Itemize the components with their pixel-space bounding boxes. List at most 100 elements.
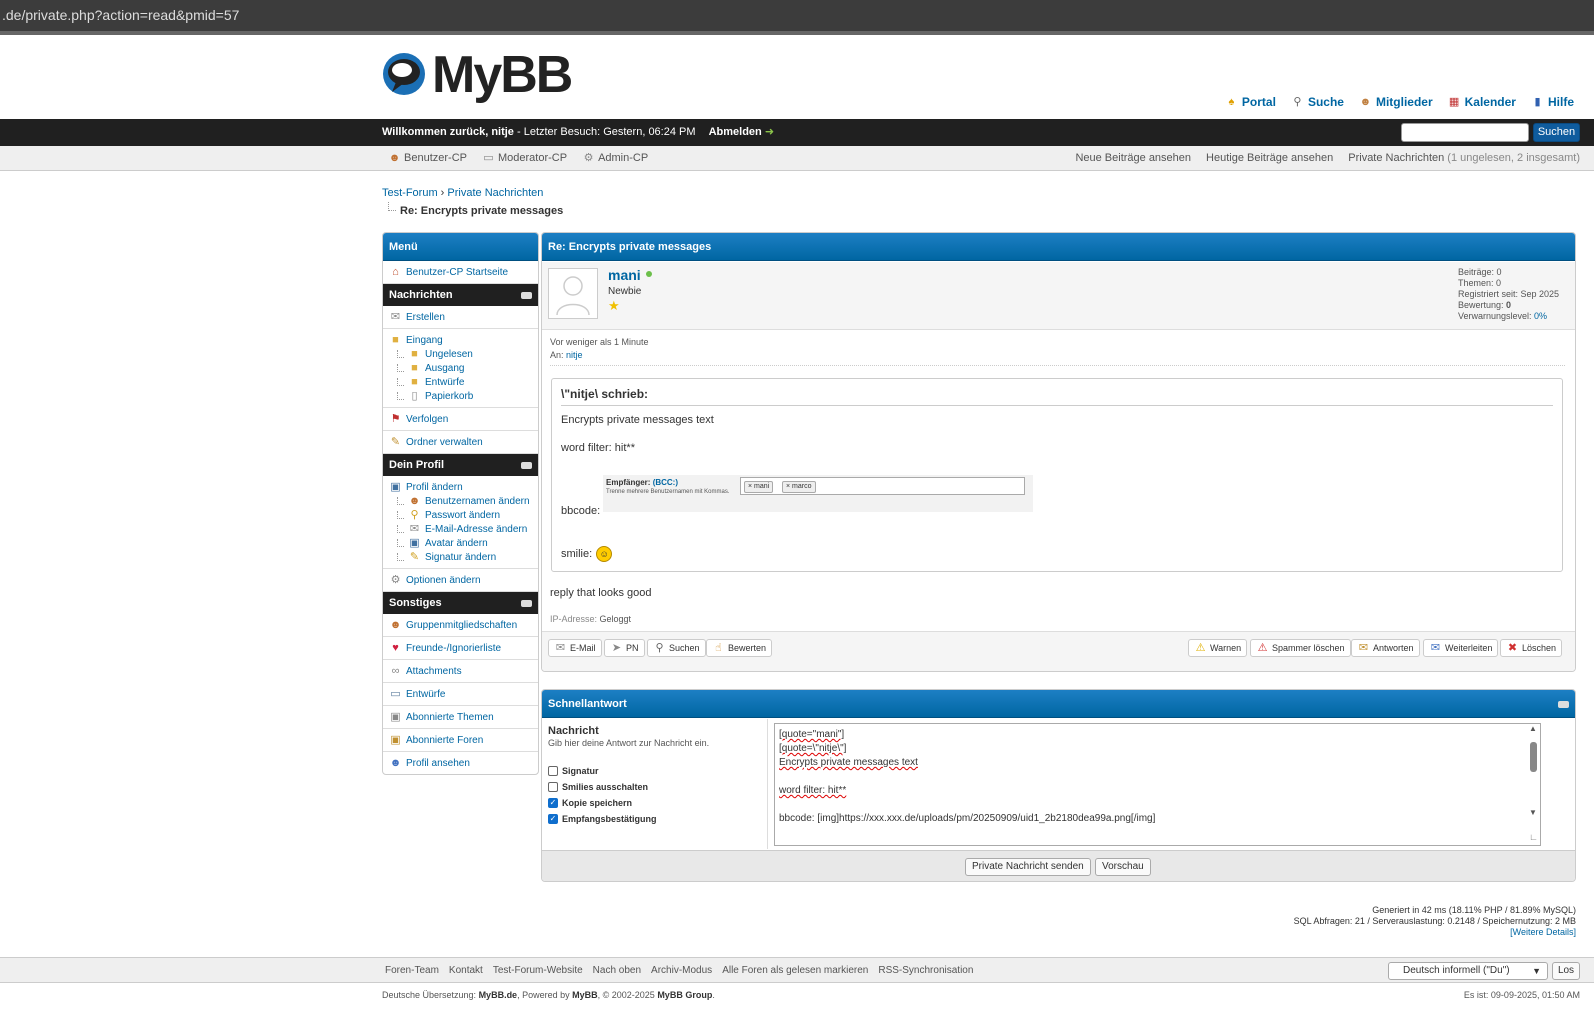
disable-smilies-checkbox[interactable] — [548, 782, 558, 792]
sidebar-item-change-password[interactable]: ⚲ Passwort ändern — [397, 508, 532, 522]
pencil-icon: ✎ — [409, 550, 420, 563]
members-link[interactable]: ☻ Mitglieder — [1359, 95, 1433, 109]
category-profile[interactable]: Dein Profil — [383, 454, 538, 476]
message-textarea[interactable]: [quote="mani"] [quote=\"nitje\"] Encrypt… — [774, 723, 1541, 846]
collapse-icon[interactable] — [521, 600, 532, 607]
resize-grip-icon[interactable]: ∟ — [1529, 832, 1538, 842]
sidebar-item-change-username[interactable]: ☻ Benutzernamen ändern — [397, 494, 532, 508]
footer-link-rss[interactable]: RSS-Synchronisation — [878, 958, 973, 983]
help-link[interactable]: ▮ Hilfe — [1531, 95, 1574, 109]
rate-button[interactable]: ☝ Bewerten — [706, 639, 773, 657]
footer-link-top[interactable]: Nach oben — [593, 958, 641, 983]
sidebar-item-manage-folders[interactable]: ✎ Ordner verwalten — [389, 435, 532, 449]
sidebar-item-track[interactable]: ⚑ Verfolgen — [389, 412, 532, 426]
breadcrumb-forum[interactable]: Test-Forum — [382, 187, 438, 199]
mybb-logo[interactable]: MyBB — [382, 44, 573, 106]
delete-spammer-button[interactable]: ⚠ Spammer löschen — [1250, 639, 1351, 657]
category-misc[interactable]: Sonstiges — [383, 592, 538, 614]
sidebar-item-sent[interactable]: ■ Ausgang — [397, 361, 532, 375]
sidebar-item-view-profile[interactable]: ☻ Profil ansehen — [389, 756, 532, 770]
recipient-link[interactable]: nitje — [566, 350, 583, 360]
sidebar-item-unread[interactable]: ■ Ungelesen — [397, 347, 532, 361]
collapse-icon[interactable] — [521, 462, 532, 469]
search-link[interactable]: ⚲ Suche — [1291, 95, 1344, 109]
scroll-down-icon[interactable]: ▼ — [1529, 808, 1537, 817]
category-messages[interactable]: Nachrichten — [383, 284, 538, 306]
footer-link-mark-read[interactable]: Alle Foren als gelesen markieren — [722, 958, 868, 983]
sidebar-item-change-signature[interactable]: ✎ Signatur ändern — [397, 550, 532, 564]
user-cp-link[interactable]: ☻ Benutzer-CP — [388, 146, 467, 171]
footer-link-team[interactable]: Foren-Team — [385, 958, 439, 983]
collapse-icon[interactable] — [521, 292, 532, 299]
mybb-group-link[interactable]: MyBB Group — [657, 990, 712, 1000]
sidebar-item-groups[interactable]: ☻ Gruppenmitgliedschaften — [389, 618, 532, 632]
preview-button[interactable]: Vorschau — [1095, 858, 1151, 876]
mybb-de-link[interactable]: MyBB.de — [479, 990, 518, 1000]
option-signature[interactable]: Signatur — [548, 763, 761, 779]
option-read-receipt[interactable]: ✓ Empfangsbestätigung — [548, 811, 761, 827]
language-go-button[interactable]: Los — [1552, 962, 1580, 980]
folder-icon: ■ — [411, 361, 418, 374]
users-icon: ☻ — [1359, 95, 1372, 108]
reply-button[interactable]: ✉ Antworten — [1351, 639, 1420, 657]
sidebar-item-trash[interactable]: ▯ Papierkorb — [397, 389, 532, 403]
address-bar[interactable]: .de/private.php?action=read&pmid=57 — [0, 0, 1594, 31]
calendar-icon: ▦ — [1448, 95, 1460, 108]
footer-link-contact[interactable]: Kontakt — [449, 958, 483, 983]
moderator-cp-link[interactable]: ▭ Moderator-CP — [482, 146, 567, 171]
breadcrumb-pm[interactable]: Private Nachrichten — [447, 187, 543, 199]
sidebar-item-attachments[interactable]: ∞ Attachments — [389, 664, 532, 678]
sidebar-item-compose[interactable]: ✉ Erstellen — [389, 310, 532, 324]
forward-button[interactable]: ✉ Weiterleiten — [1423, 639, 1499, 657]
rating-value[interactable]: 0 — [1506, 300, 1511, 310]
avatar[interactable] — [548, 268, 598, 319]
pm-button[interactable]: ➤ PN — [604, 639, 645, 657]
magnifier-icon: ⚲ — [1293, 95, 1302, 108]
sidebar-item-change-avatar[interactable]: ▣ Avatar ändern — [397, 536, 532, 550]
warn-level-link[interactable]: 0% — [1534, 311, 1547, 321]
author-box: mani Newbie ★ Beiträge: 0 Themen: 0 Regi… — [542, 262, 1575, 330]
collapse-icon[interactable] — [1558, 700, 1569, 708]
today-posts-link[interactable]: Heutige Beiträge ansehen — [1206, 146, 1333, 171]
mybb-link[interactable]: MyBB — [572, 990, 598, 1000]
signature-checkbox[interactable] — [548, 766, 558, 776]
search-input[interactable] — [1401, 123, 1529, 142]
calendar-link[interactable]: ▦ Kalender — [1448, 95, 1516, 109]
sidebar-item-options[interactable]: ⚙ Optionen ändern — [389, 573, 532, 587]
portal-link[interactable]: ♠ Portal — [1225, 95, 1276, 109]
option-disable-smilies[interactable]: Smilies ausschalten — [548, 779, 761, 795]
logout-link[interactable]: Abmelden ➜ — [709, 126, 774, 138]
send-pm-button[interactable]: Private Nachricht senden — [965, 858, 1091, 876]
sidebar-item-inbox[interactable]: ■ Eingang — [389, 333, 532, 347]
sidebar-item-subscribed-threads[interactable]: ▣ Abonnierte Themen — [389, 710, 532, 724]
scroll-thumb[interactable] — [1530, 742, 1537, 772]
sidebar-item-drafts-folder[interactable]: ■ Entwürfe — [397, 375, 532, 389]
search-button[interactable]: Suchen — [1533, 123, 1580, 142]
warn-button[interactable]: ⚠ Warnen — [1188, 639, 1248, 657]
scroll-up-icon[interactable]: ▲ — [1529, 724, 1537, 733]
sidebar-item-drafts[interactable]: ▭ Entwürfe — [389, 687, 532, 701]
textarea-scrollbar[interactable]: ▲ ▼ ∟ — [1527, 724, 1540, 845]
read-receipt-checkbox[interactable]: ✓ — [548, 814, 558, 824]
email-button[interactable]: ✉ E-Mail — [548, 639, 602, 657]
save-copy-checkbox[interactable]: ✓ — [548, 798, 558, 808]
more-details-link[interactable]: [Weitere Details] — [1294, 927, 1576, 938]
envelope-icon: ✉ — [409, 522, 420, 535]
private-messages-link[interactable]: Private Nachrichten (1 ungelesen, 2 insg… — [1348, 146, 1580, 171]
option-save-copy[interactable]: ✓ Kopie speichern — [548, 795, 761, 811]
language-select[interactable]: Deutsch informell ("Du") ▼ — [1388, 962, 1548, 980]
author-name[interactable]: mani — [608, 267, 652, 283]
sidebar-item-subscribed-forums[interactable]: ▣ Abonnierte Foren — [389, 733, 532, 747]
sidebar-item-edit-profile[interactable]: ▣ Profil ändern — [389, 480, 532, 494]
breadcrumb-separator: › — [437, 187, 448, 199]
sidebar-item-buddy-list[interactable]: ♥ Freunde-/Ignorierliste — [389, 641, 532, 655]
new-posts-link[interactable]: Neue Beiträge ansehen — [1075, 146, 1191, 171]
admin-cp-link[interactable]: ⚙ Admin-CP — [582, 146, 649, 171]
sidebar-item-change-email[interactable]: ✉ E-Mail-Adresse ändern — [397, 522, 532, 536]
sidebar-item-home[interactable]: ⌂ Benutzer-CP Startseite — [389, 265, 532, 279]
warning-icon: ⚠ — [1195, 641, 1206, 654]
footer-link-website[interactable]: Test-Forum-Website — [493, 958, 583, 983]
footer-link-archive[interactable]: Archiv-Modus — [651, 958, 712, 983]
delete-button[interactable]: ✖ Löschen — [1500, 639, 1563, 657]
find-button[interactable]: ⚲ Suchen — [647, 639, 706, 657]
